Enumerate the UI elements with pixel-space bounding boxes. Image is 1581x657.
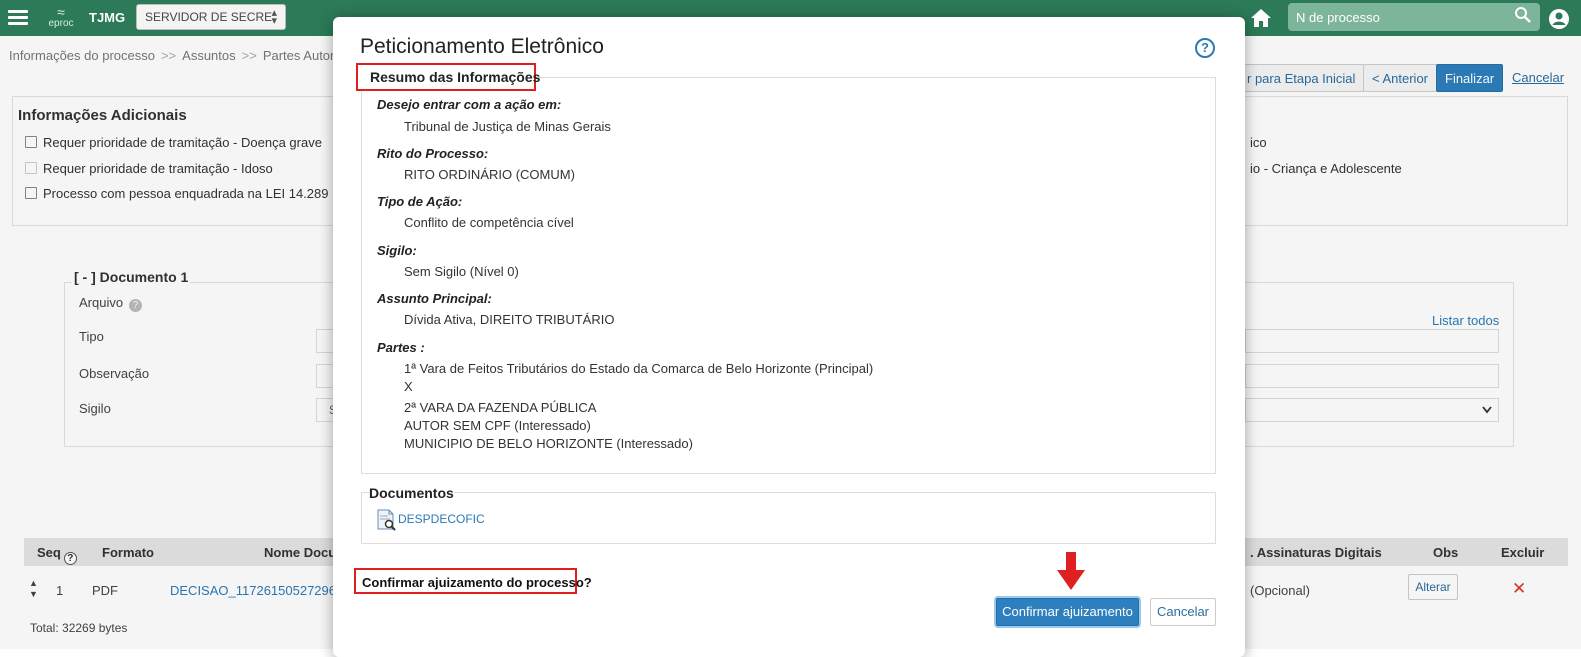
- peticionamento-modal: Peticionamento Eletrônico ? Resumo das I…: [333, 17, 1245, 657]
- menu-icon[interactable]: [8, 10, 28, 26]
- party-item: X: [404, 379, 413, 394]
- home-icon[interactable]: [1250, 8, 1272, 28]
- document-link[interactable]: DESPDECOFIC: [398, 512, 485, 526]
- select-arrows-icon: ▴ ▾: [271, 7, 277, 27]
- party-item: MUNICIPIO DE BELO HORIZONTE (Interessado…: [404, 436, 693, 451]
- field-value: RITO ORDINÁRIO (COMUM): [404, 167, 575, 182]
- modal-title: Peticionamento Eletrônico: [360, 35, 604, 58]
- document-preview-icon[interactable]: [377, 509, 397, 531]
- field-label: Assunto Principal:: [377, 291, 492, 306]
- documents-panel: [361, 492, 1216, 544]
- party-item: AUTOR SEM CPF (Interessado): [404, 418, 591, 433]
- help-icon[interactable]: ?: [1195, 38, 1215, 58]
- field-value: Tribunal de Justiça de Minas Gerais: [404, 119, 611, 134]
- field-value: Conflito de competência cível: [404, 215, 574, 230]
- eproc-logo[interactable]: ≈ eproc: [46, 5, 76, 29]
- org-label: TJMG: [89, 10, 126, 25]
- documents-legend: Documentos: [369, 485, 454, 501]
- server-select[interactable]: SERVIDOR DE SECRE ▴ ▾: [136, 4, 286, 30]
- field-label: Sigilo:: [377, 243, 417, 258]
- confirm-question: Confirmar ajuizamento do processo?: [354, 568, 592, 594]
- process-search-input[interactable]: N de processo: [1288, 3, 1540, 31]
- confirm-filing-button[interactable]: Confirmar ajuizamento: [996, 598, 1139, 626]
- party-item: 2ª VARA DA FAZENDA PÚBLICA: [404, 400, 597, 415]
- summary-legend: Resumo das Informações: [356, 63, 540, 91]
- cancel-button[interactable]: Cancelar: [1150, 598, 1216, 626]
- field-label: Desejo entrar com a ação em:: [377, 97, 562, 112]
- field-label: Partes :: [377, 340, 425, 355]
- arrow-down-icon: [1057, 552, 1085, 590]
- party-item: 1ª Vara de Feitos Tributários do Estado …: [404, 361, 874, 376]
- field-value: Sem Sigilo (Nível 0): [404, 264, 519, 279]
- search-icon[interactable]: [1514, 6, 1532, 24]
- field-label: Tipo de Ação:: [377, 194, 463, 209]
- user-icon[interactable]: [1548, 8, 1570, 30]
- field-value: Dívida Ativa, DIREITO TRIBUTÁRIO: [404, 312, 615, 327]
- field-label: Rito do Processo:: [377, 146, 489, 161]
